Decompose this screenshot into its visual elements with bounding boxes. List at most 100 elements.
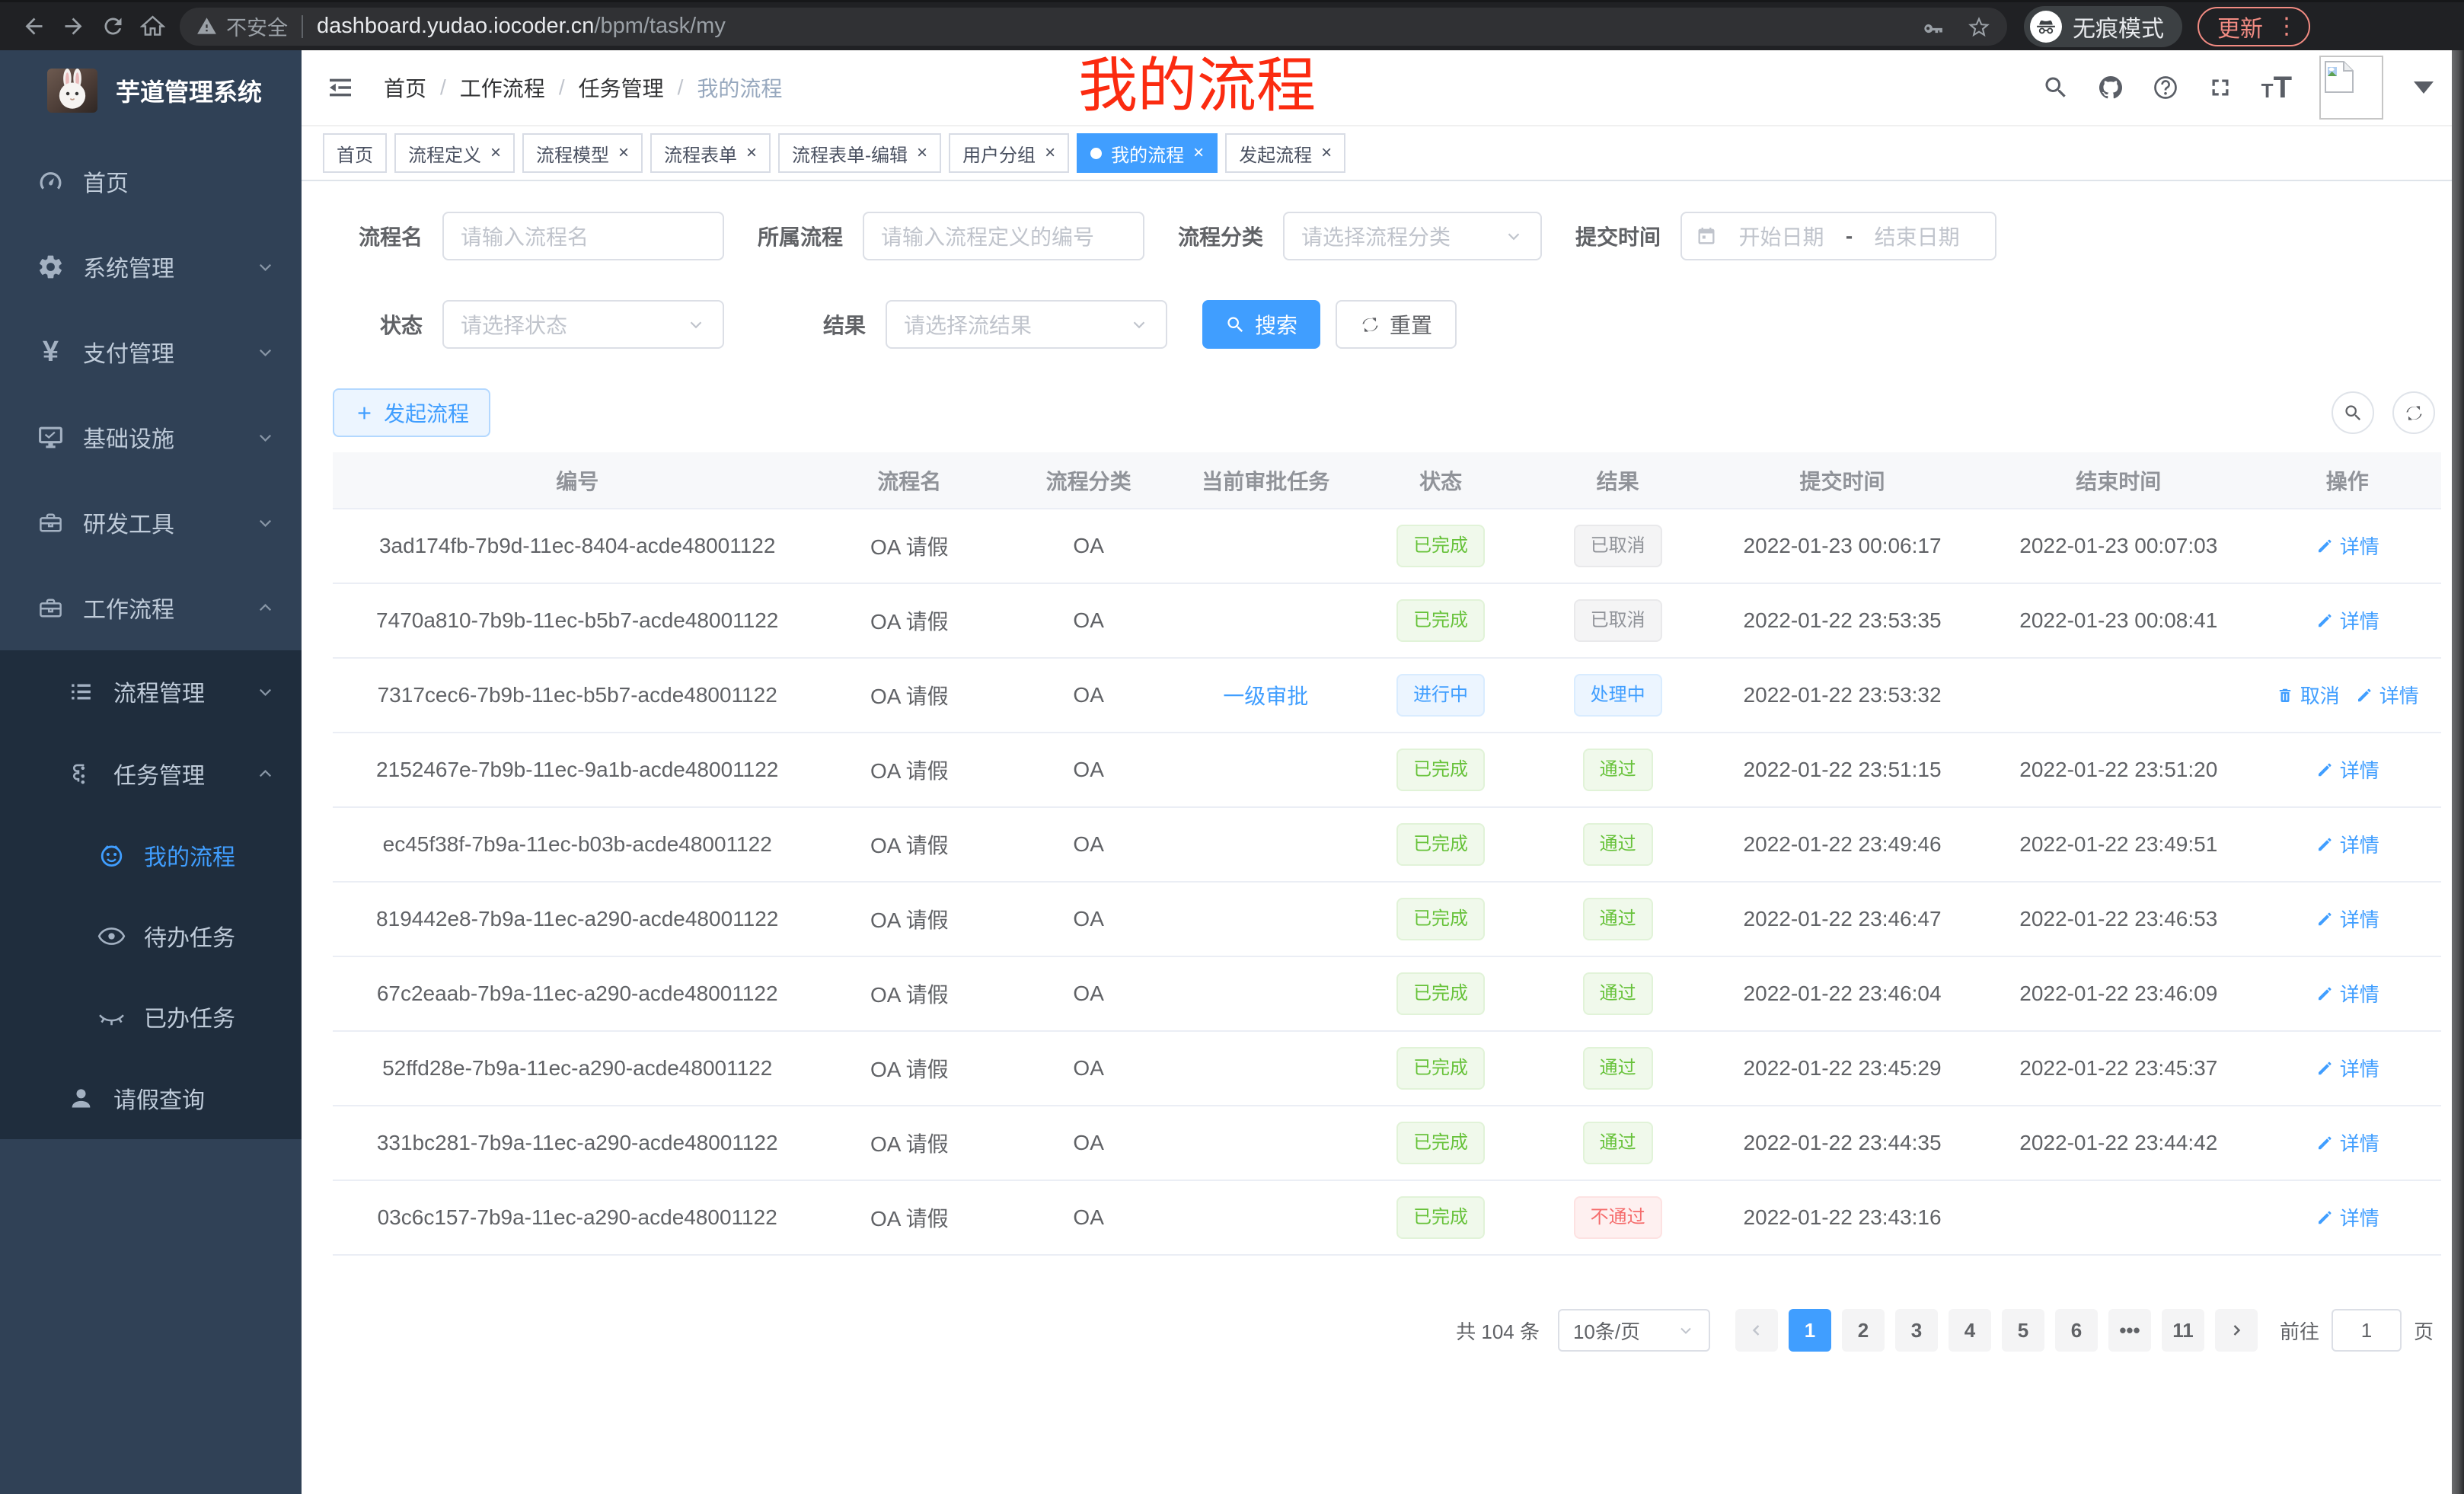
date-range-picker[interactable]: 开始日期 - 结束日期 <box>1680 212 1996 260</box>
browser-home-button[interactable] <box>132 7 172 46</box>
sidebar-subitem-2[interactable]: 我的流程 <box>0 815 302 895</box>
sidebar-item-0[interactable]: 首页 <box>0 139 302 224</box>
result-select[interactable]: 请选择流结果 <box>886 300 1167 349</box>
page-url[interactable]: dashboard.yudao.iocoder.cn/bpm/task/my <box>317 14 726 39</box>
status-select[interactable]: 请选择状态 <box>442 300 724 349</box>
browser-update-button[interactable]: 更新 ⋮ <box>2197 7 2310 46</box>
breadcrumb-item[interactable]: 任务管理 <box>579 72 664 103</box>
close-icon[interactable]: × <box>618 144 629 162</box>
header-search-icon[interactable] <box>2042 74 2070 101</box>
window-scrollbar-edge[interactable] <box>2452 50 2464 1494</box>
goto-page-input[interactable]: 1 <box>2332 1309 2402 1352</box>
detail-action-link[interactable]: 详情 <box>2316 905 2379 933</box>
address-bar[interactable]: 不安全 dashboard.yudao.iocoder.cn/bpm/task/… <box>180 8 2007 46</box>
tab-7[interactable]: 发起流程× <box>1225 133 1345 173</box>
process-input[interactable]: 请输入流程定义的编号 <box>863 212 1144 260</box>
date-separator: - <box>1846 224 1853 248</box>
cell-actions: 取消详情 <box>2258 681 2437 710</box>
page-button-5[interactable]: 5 <box>2002 1309 2044 1352</box>
sidebar-item-3[interactable]: 基础设施 <box>0 394 302 480</box>
page-button-2[interactable]: 2 <box>1842 1309 1885 1352</box>
category-select[interactable]: 请选择流程分类 <box>1283 212 1542 260</box>
detail-action-link[interactable]: 详情 <box>2355 681 2419 709</box>
sidebar-subitem-0[interactable]: 流程管理 <box>0 650 302 733</box>
page-button-11[interactable]: 11 <box>2162 1309 2204 1352</box>
tab-4[interactable]: 流程表单-编辑× <box>778 133 941 173</box>
tab-2[interactable]: 流程模型× <box>522 133 643 173</box>
close-icon[interactable]: × <box>917 144 927 162</box>
name-input[interactable]: 请输入流程名 <box>442 212 724 260</box>
show-search-button[interactable] <box>2332 391 2374 434</box>
create-process-button[interactable]: 发起流程 <box>333 388 490 437</box>
browser-reload-button[interactable] <box>93 7 132 46</box>
help-icon[interactable] <box>2152 74 2179 101</box>
next-page-button[interactable] <box>2215 1309 2258 1352</box>
detail-action-link[interactable]: 详情 <box>2316 1203 2379 1231</box>
detail-action-link[interactable]: 详情 <box>2316 830 2379 858</box>
close-icon[interactable]: × <box>1193 144 1204 162</box>
prev-page-button[interactable] <box>1735 1309 1778 1352</box>
date-end-input[interactable]: 结束日期 <box>1853 221 1981 251</box>
detail-action-link[interactable]: 详情 <box>2316 606 2379 634</box>
sidebar-item-4[interactable]: 研发工具 <box>0 480 302 565</box>
sidebar-subitem-3[interactable]: 待办任务 <box>0 895 302 976</box>
detail-action-link[interactable]: 详情 <box>2316 755 2379 784</box>
font-size-icon[interactable]: TT <box>2261 72 2292 103</box>
cell-status: 已完成 <box>1351 1122 1530 1164</box>
breadcrumb-item: 我的流程 <box>697 72 782 103</box>
close-icon[interactable]: × <box>746 144 757 162</box>
bookmark-star-icon[interactable] <box>1968 15 1990 38</box>
avatar[interactable] <box>2319 56 2383 120</box>
tab-0[interactable]: 首页 <box>323 133 387 173</box>
cell-submit-time: 2022-01-22 23:45:29 <box>1706 1056 1980 1081</box>
sidebar-subitem-5[interactable]: 请假查询 <box>0 1057 302 1139</box>
cancel-action-link[interactable]: 取消 <box>2276 681 2340 709</box>
close-icon[interactable]: × <box>1045 144 1055 162</box>
task-link[interactable]: 一级审批 <box>1223 685 1308 708</box>
sidebar-item-2[interactable]: ¥支付管理 <box>0 309 302 394</box>
sidebar-toggle-icon[interactable] <box>324 72 356 104</box>
reset-button[interactable]: 重置 <box>1336 300 1457 349</box>
sidebar-subitem-4[interactable]: 已办任务 <box>0 976 302 1057</box>
page-ellipsis-button[interactable]: ••• <box>2108 1309 2151 1352</box>
sidebar-subitem-1[interactable]: 任务管理 <box>0 733 302 815</box>
password-key-icon[interactable] <box>1922 15 1945 38</box>
browser-forward-button[interactable] <box>53 7 93 46</box>
page-size-select[interactable]: 10条/页 <box>1558 1309 1710 1352</box>
cell-actions: 详情 <box>2258 979 2437 1008</box>
security-label[interactable]: 不安全 <box>226 11 288 41</box>
detail-action-link[interactable]: 详情 <box>2316 1128 2379 1157</box>
page-button-1[interactable]: 1 <box>1789 1309 1831 1352</box>
detail-action-link[interactable]: 详情 <box>2316 979 2379 1007</box>
chevron-down-icon <box>255 257 276 277</box>
page-button-3[interactable]: 3 <box>1895 1309 1938 1352</box>
tab-1[interactable]: 流程定义× <box>394 133 515 173</box>
sidebar-item-1[interactable]: 系统管理 <box>0 224 302 309</box>
breadcrumb-item[interactable]: 工作流程 <box>460 72 545 103</box>
browser-back-button[interactable] <box>14 7 53 46</box>
search-button[interactable]: 搜索 <box>1202 300 1320 349</box>
date-start-input[interactable]: 开始日期 <box>1717 221 1846 251</box>
tab-3[interactable]: 流程表单× <box>650 133 771 173</box>
browser-menu-icon[interactable]: ⋮ <box>2275 15 2298 38</box>
cell-name: OA 请假 <box>822 1202 997 1233</box>
chevron-down-icon <box>255 342 276 362</box>
tab-6[interactable]: 我的流程× <box>1077 133 1218 173</box>
filter-name: 流程名 请输入流程名 <box>333 212 724 260</box>
page-button-6[interactable]: 6 <box>2055 1309 2098 1352</box>
github-icon[interactable] <box>2097 74 2124 101</box>
sidebar-subitem-label: 我的流程 <box>144 838 235 872</box>
close-icon[interactable]: × <box>490 144 501 162</box>
detail-action-link[interactable]: 详情 <box>2316 1054 2379 1082</box>
sidebar-item-5[interactable]: 工作流程 <box>0 565 302 650</box>
page-button-4[interactable]: 4 <box>1949 1309 1991 1352</box>
refresh-table-button[interactable] <box>2392 391 2435 434</box>
close-icon[interactable]: × <box>1321 144 1332 162</box>
cell-result: 通过 <box>1530 823 1706 866</box>
fullscreen-icon[interactable] <box>2207 74 2234 101</box>
detail-action-link[interactable]: 详情 <box>2316 532 2379 560</box>
breadcrumb-item[interactable]: 首页 <box>384 72 426 103</box>
tab-5[interactable]: 用户分组× <box>949 133 1069 173</box>
table-tools <box>2332 391 2435 434</box>
avatar-caret-icon[interactable] <box>2414 81 2434 94</box>
